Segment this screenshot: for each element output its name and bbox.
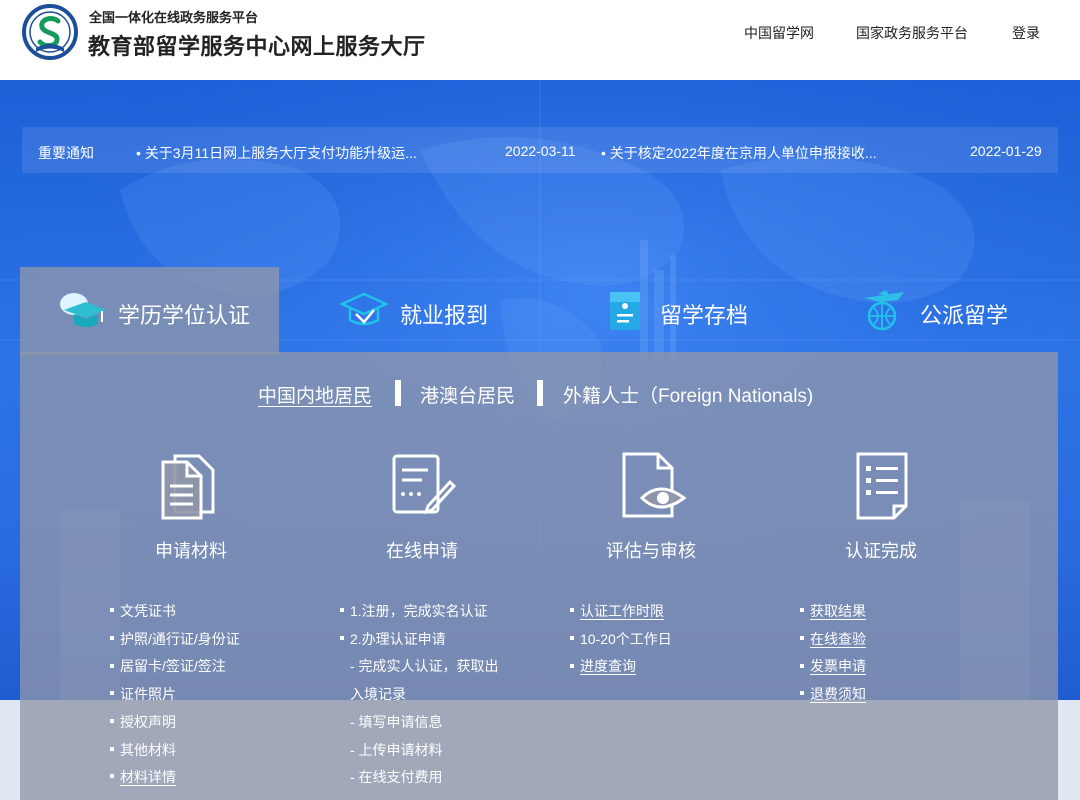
category-mainland-residents[interactable]: 中国内地居民 (258, 381, 372, 408)
detail-item: 2.办理认证申请 (340, 629, 446, 649)
notice-date-1: 2022-03-11 (505, 143, 576, 159)
detail-text: 文凭证书 (120, 603, 176, 619)
detail-item: - 在线支付费用 (350, 767, 443, 787)
step-label-certification-complete: 认证完成 (791, 537, 971, 563)
employment-cap-icon (340, 288, 388, 332)
bullet-dot (800, 608, 804, 612)
detail-text: 发票申请 (810, 658, 866, 674)
detail-item: 10-20个工作日 (570, 629, 672, 649)
bullet-dot (570, 664, 574, 668)
detail-item: 文凭证书 (110, 601, 176, 621)
documents-icon (155, 450, 225, 520)
detail-link[interactable]: 获取结果 (800, 601, 866, 621)
site-header: 全国一体化在线政务服务平台 教育部留学服务中心网上服务大厅 中国留学网 国家政务… (0, 0, 1080, 80)
tab-label: 就业报到 (400, 298, 488, 330)
detail-item: 授权声明 (110, 712, 176, 732)
detail-text: 护照/通行证/身份证 (120, 631, 240, 647)
notice-item-2[interactable]: • 关于核定2022年度在京用人单位申报接收... (601, 143, 877, 163)
detail-text: 退费须知 (810, 686, 866, 702)
detail-item: 1.注册，完成实名认证 (340, 601, 488, 621)
detail-text: 其他材料 (120, 742, 176, 758)
detail-text: 进度查询 (580, 658, 636, 674)
bullet-dot (800, 691, 804, 695)
detail-link[interactable]: 发票申请 (800, 656, 866, 676)
login-link[interactable]: 登录 (1012, 23, 1040, 43)
bullet-dot (800, 664, 804, 668)
detail-text: 居留卡/签证/签注 (120, 658, 226, 674)
category-hk-macao-taiwan[interactable]: 港澳台居民 (420, 381, 515, 408)
service-panel (20, 352, 1058, 800)
detail-text: 2.办理认证申请 (350, 631, 446, 647)
detail-text: 证件照片 (120, 686, 176, 702)
cscse-logo-icon[interactable] (22, 4, 78, 60)
bullet-dot (110, 691, 114, 695)
category-separator (537, 380, 543, 406)
category-separator (395, 380, 401, 406)
detail-item: 居留卡/签证/签注 (110, 656, 226, 676)
tab-label: 学历学位认证 (118, 298, 250, 330)
notice-date-2: 2022-01-29 (970, 143, 1042, 159)
step-label-application-materials: 申请材料 (101, 537, 281, 563)
plane-globe-icon (860, 288, 908, 332)
bullet-dot (110, 774, 114, 778)
detail-link[interactable]: 在线查验 (800, 629, 866, 649)
bullet-dot (110, 636, 114, 640)
bullet-dot (570, 608, 574, 612)
bullet-dot (340, 608, 344, 612)
detail-text: - 上传申请材料 (350, 742, 443, 758)
detail-text: 在线查验 (810, 631, 866, 647)
detail-text: 认证工作时限 (580, 603, 664, 619)
detail-text: - 完成实人认证，获取出 (350, 658, 499, 674)
detail-text: - 填写申请信息 (350, 714, 443, 730)
graduation-cap-icon (58, 288, 106, 332)
document-eye-icon (618, 450, 688, 520)
detail-item: 护照/通行证/身份证 (110, 629, 240, 649)
step-label-online-application: 在线申请 (332, 537, 512, 563)
detail-text: - 在线支付费用 (350, 769, 443, 785)
bullet-dot (800, 636, 804, 640)
detail-text: 入境记录 (350, 686, 406, 702)
checklist-icon (848, 450, 918, 520)
detail-item: - 填写申请信息 (350, 712, 443, 732)
detail-item: - 完成实人认证，获取出 (350, 656, 499, 676)
category-foreign-nationals[interactable]: 外籍人士（Foreign Nationals) (563, 381, 813, 408)
bullet-dot (110, 719, 114, 723)
detail-item: 入境记录 (350, 684, 406, 704)
notice-label: 重要通知 (38, 143, 94, 163)
form-edit-icon (388, 450, 458, 520)
tab-label: 公派留学 (920, 298, 1008, 330)
detail-item: 证件照片 (110, 684, 176, 704)
notice-bar: 重要通知 • 关于3月11日网上服务大厅支付功能升级运... 2022-03-1… (22, 127, 1058, 173)
bullet-dot (570, 636, 574, 640)
detail-text: 1.注册，完成实名认证 (350, 603, 488, 619)
detail-text: 获取结果 (810, 603, 866, 619)
site-title[interactable]: 教育部留学服务中心网上服务大厅 (88, 29, 426, 61)
bullet-dot (110, 747, 114, 751)
bullet-dot (110, 664, 114, 668)
detail-item: 其他材料 (110, 740, 176, 760)
detail-text: 授权声明 (120, 714, 176, 730)
tab-label: 留学存档 (660, 298, 748, 330)
step-label-evaluation-review: 评估与审核 (561, 537, 741, 563)
detail-text: 材料详情 (120, 769, 176, 785)
bullet-dot (110, 608, 114, 612)
detail-link[interactable]: 进度查询 (570, 656, 636, 676)
detail-link[interactable]: 退费须知 (800, 684, 866, 704)
detail-text: 10-20个工作日 (580, 631, 672, 647)
detail-link[interactable]: 认证工作时限 (570, 601, 664, 621)
notice-item-1[interactable]: • 关于3月11日网上服务大厅支付功能升级运... (136, 143, 417, 163)
detail-item: - 上传申请材料 (350, 740, 443, 760)
detail-link[interactable]: 材料详情 (110, 767, 176, 787)
nav-link-gov-platform[interactable]: 国家政务服务平台 (856, 23, 968, 43)
archive-folder-icon (600, 288, 648, 332)
platform-subtitle: 全国一体化在线政务服务平台 (89, 7, 258, 26)
bullet-dot (340, 636, 344, 640)
nav-link-cscse[interactable]: 中国留学网 (744, 23, 814, 43)
